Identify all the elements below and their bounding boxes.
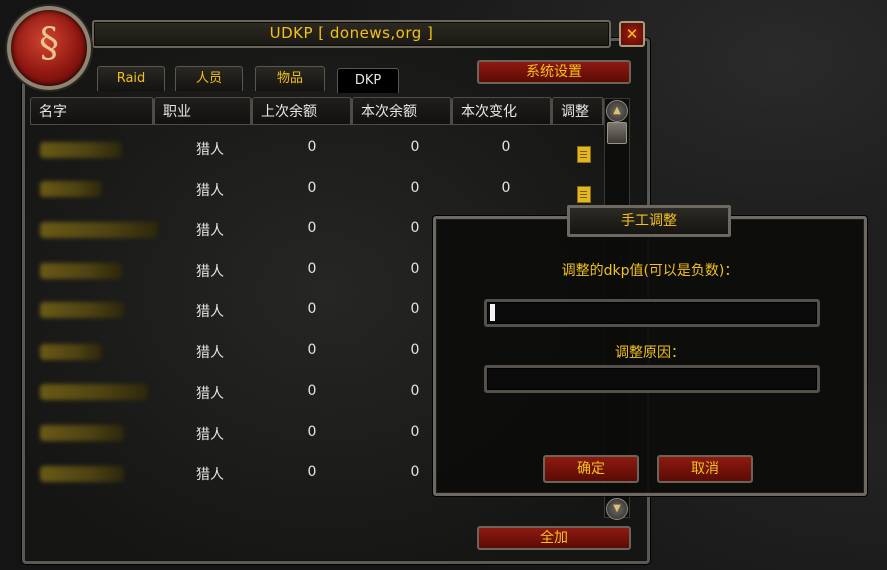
row-last-balance: 0 xyxy=(307,180,317,196)
title-bar[interactable]: UDKP [ donews,org ] xyxy=(92,20,611,48)
scroll-up-icon[interactable]: ▲ xyxy=(606,100,628,122)
row-last-balance: 0 xyxy=(307,261,317,277)
player-name-blurred[interactable] xyxy=(40,344,102,360)
row-class: 猎人 xyxy=(196,467,224,483)
column-header-name[interactable]: 名字 xyxy=(30,97,154,125)
row-current-balance: 0 xyxy=(410,424,420,440)
add-all-button[interactable]: 全加 xyxy=(477,526,631,550)
row-current-balance: 0 xyxy=(410,301,420,317)
row-class: 猎人 xyxy=(196,142,224,158)
row-class: 猎人 xyxy=(196,386,224,402)
row-current-balance: 0 xyxy=(410,342,420,358)
player-name-blurred[interactable] xyxy=(40,263,122,279)
row-current-balance: 0 xyxy=(410,220,420,236)
reason-input[interactable] xyxy=(484,365,820,393)
row-last-balance: 0 xyxy=(307,424,317,440)
column-header-change[interactable]: 本次变化 xyxy=(452,97,552,125)
row-last-balance: 0 xyxy=(307,383,317,399)
text-cursor xyxy=(490,304,495,321)
row-last-balance: 0 xyxy=(307,301,317,317)
player-name-blurred[interactable] xyxy=(40,302,124,318)
row-change: 0 xyxy=(501,180,511,196)
player-name-blurred[interactable] xyxy=(40,425,124,441)
dkp-value-label: 调整的dkp值(可以是负数)： xyxy=(561,263,739,279)
row-last-balance: 0 xyxy=(307,342,317,358)
column-header-adjust[interactable]: 调整 xyxy=(552,97,604,125)
tab-raid[interactable]: Raid xyxy=(97,66,165,91)
row-current-balance: 0 xyxy=(410,180,420,196)
adjust-document-icon[interactable] xyxy=(577,186,591,203)
close-button[interactable]: ✕ xyxy=(619,21,645,47)
cancel-button[interactable]: 取消 xyxy=(657,455,753,483)
player-name-blurred[interactable] xyxy=(40,384,148,400)
dragon-emblem-icon: § xyxy=(7,6,91,90)
player-name-blurred[interactable] xyxy=(40,181,102,197)
row-class: 猎人 xyxy=(196,427,224,443)
row-current-balance: 0 xyxy=(410,464,420,480)
player-name-blurred[interactable] xyxy=(40,142,122,158)
player-name-blurred[interactable] xyxy=(40,466,124,482)
dialog-title: 手工调整 xyxy=(567,205,731,237)
tab-items[interactable]: 物品 xyxy=(255,66,325,91)
tab-members[interactable]: 人员 xyxy=(175,66,243,91)
system-settings-button[interactable]: 系统设置 xyxy=(477,60,631,84)
row-class: 猎人 xyxy=(196,183,224,199)
column-header-last-balance[interactable]: 上次余额 xyxy=(252,97,352,125)
column-header-class[interactable]: 职业 xyxy=(154,97,252,125)
row-current-balance: 0 xyxy=(410,139,420,155)
row-last-balance: 0 xyxy=(307,220,317,236)
confirm-button[interactable]: 确定 xyxy=(543,455,639,483)
player-name-blurred[interactable] xyxy=(40,222,158,238)
row-current-balance: 0 xyxy=(410,383,420,399)
row-change: 0 xyxy=(501,139,511,155)
row-current-balance: 0 xyxy=(410,261,420,277)
row-class: 猎人 xyxy=(196,264,224,280)
column-header-current-balance[interactable]: 本次余额 xyxy=(352,97,452,125)
row-class: 猎人 xyxy=(196,223,224,239)
adjust-document-icon[interactable] xyxy=(577,146,591,163)
row-class: 猎人 xyxy=(196,345,224,361)
scroll-down-icon[interactable]: ▼ xyxy=(606,498,628,520)
tab-dkp[interactable]: DKP xyxy=(337,68,399,93)
row-last-balance: 0 xyxy=(307,464,317,480)
reason-label: 调整原因： xyxy=(615,345,685,361)
row-class: 猎人 xyxy=(196,304,224,320)
scrollbar-thumb[interactable] xyxy=(607,122,627,144)
row-last-balance: 0 xyxy=(307,139,317,155)
window-title: UDKP [ donews,org ] xyxy=(269,24,434,42)
dkp-value-input[interactable] xyxy=(484,299,820,327)
dragon-glyph: § xyxy=(39,20,59,66)
